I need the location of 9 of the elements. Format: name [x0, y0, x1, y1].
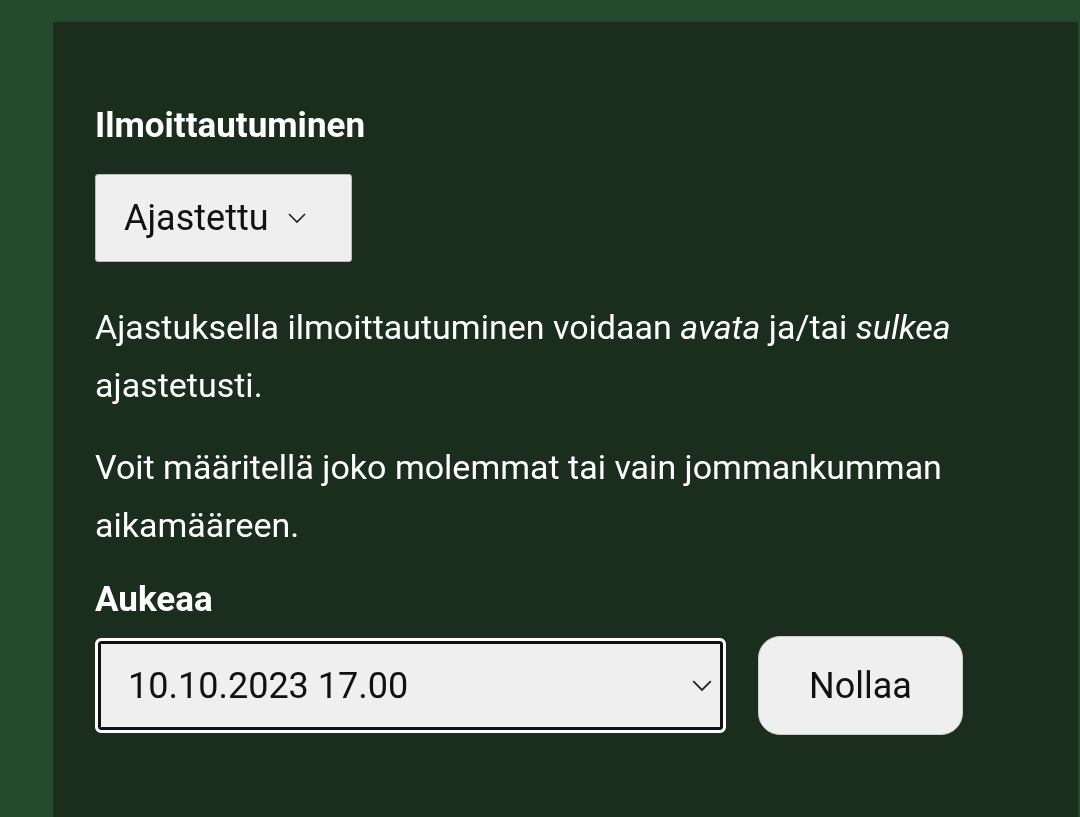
chevron-down-icon	[286, 212, 307, 224]
description-text: Voit määritellä joko molemmat tai vain jommankumman aikamääreen.	[95, 446, 943, 547]
datetime-select[interactable]: 10.10.2023 17.00	[95, 638, 726, 733]
field-label: Aukeaa	[95, 578, 213, 622]
mode-select[interactable]: Ajastettu	[95, 174, 352, 262]
reset-button[interactable]: Nollaa	[758, 636, 963, 735]
section-heading: Ilmoittautuminen	[95, 104, 366, 148]
description-text: Ajastuksella ilmoittautuminen voidaan avata ja/tai sulkea ajastetusti.	[95, 306, 952, 407]
chevron-down-icon	[691, 678, 713, 693]
